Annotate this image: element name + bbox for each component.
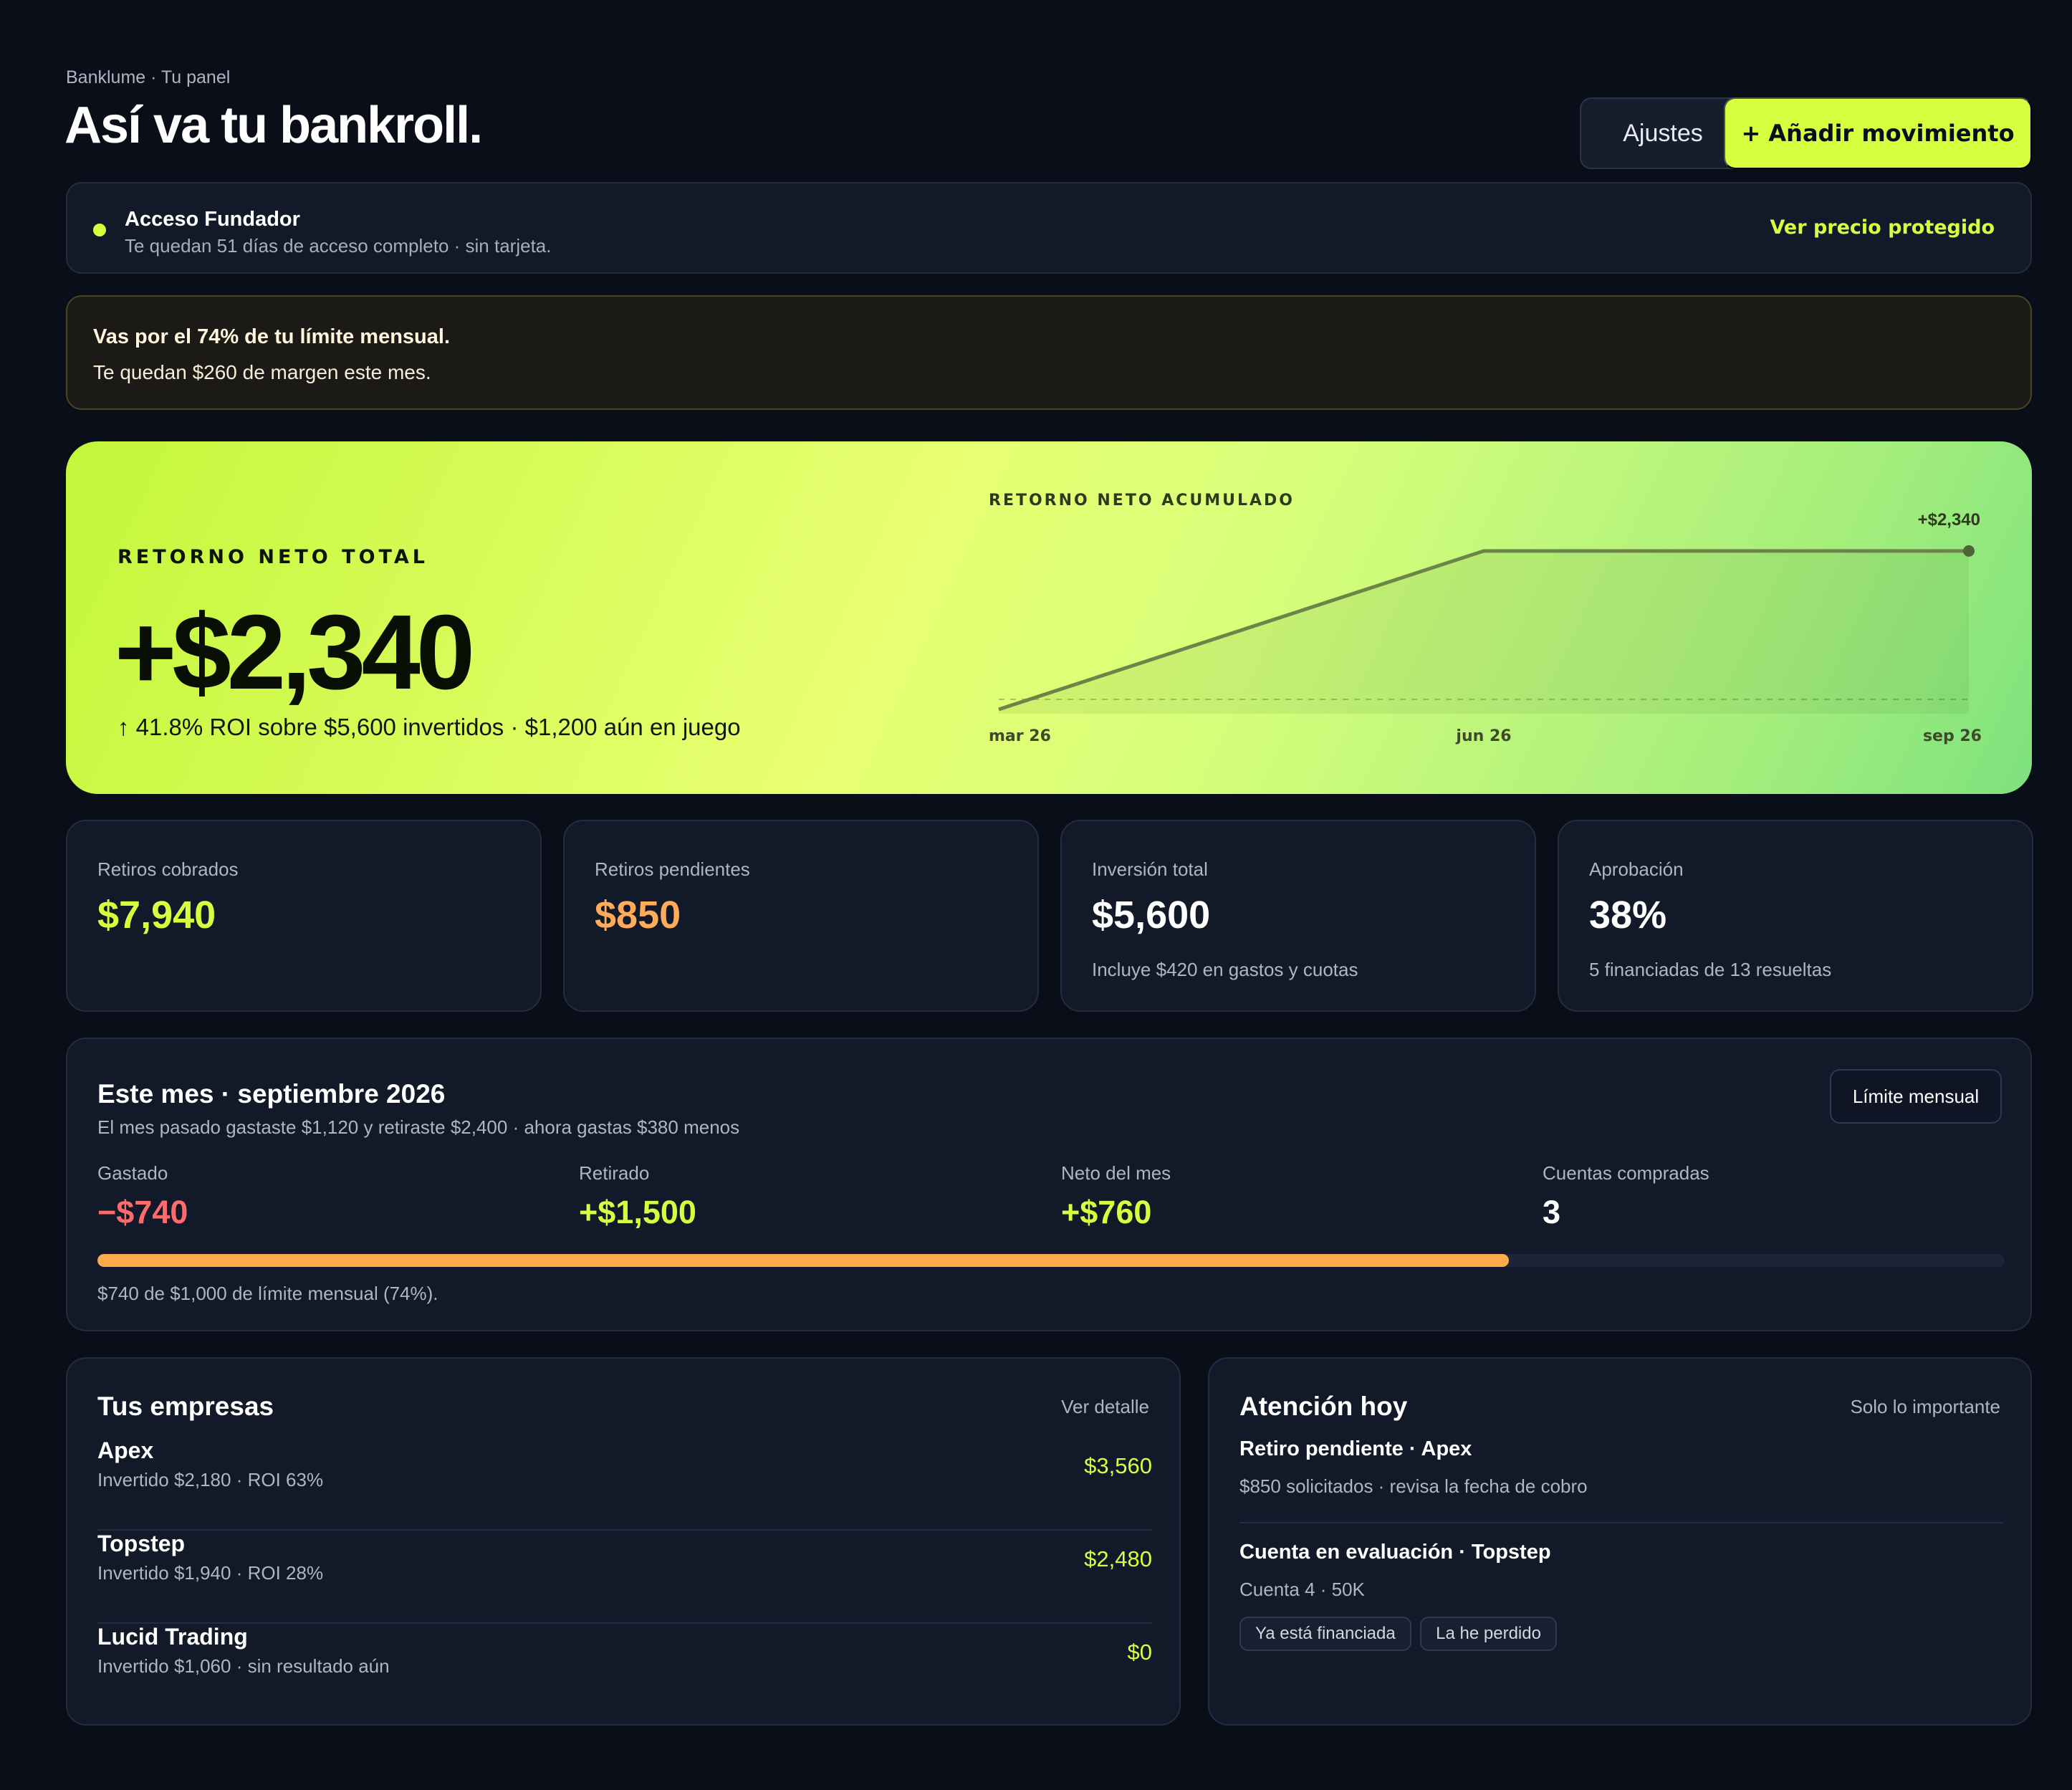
view-detail-link[interactable]: Ver detalle <box>1061 1396 1149 1418</box>
attention-title: Atención hoy <box>1239 1392 1408 1421</box>
stat-label: Retiros cobrados <box>97 858 239 880</box>
x-tick-label: jun 26 <box>1455 727 1511 745</box>
metric-value-withdrawn: +$1,500 <box>579 1194 696 1230</box>
end-point <box>1963 545 1975 557</box>
page-title: Así va tu bankroll. <box>64 97 483 154</box>
x-tick-label: mar 26 <box>989 727 1051 745</box>
attention-item[interactable]: Cuenta en evaluación · Topstep Cuenta 4 … <box>1239 1541 2003 1601</box>
monthly-limit-progress <box>97 1254 2005 1267</box>
progress-note: $740 de $1,000 de límite mensual (74%). <box>97 1283 438 1304</box>
companies-card: Tus empresas Ver detalle Apex Invertido … <box>66 1357 1181 1726</box>
this-month-card: Este mes · septiembre 2026 El mes pasado… <box>66 1038 2032 1331</box>
x-tick-label: sep 26 <box>1923 727 1982 745</box>
metric-label-withdrawn: Retirado <box>579 1162 650 1184</box>
metric-value-spent: −$740 <box>97 1194 188 1230</box>
metric-label-spent: Gastado <box>97 1162 168 1184</box>
month-title: Este mes · septiembre 2026 <box>97 1079 446 1109</box>
stat-label: Retiros pendientes <box>595 858 750 880</box>
attention-item-subtitle: $850 solicitados · revisa la fecha de co… <box>1239 1475 1588 1497</box>
company-name: Apex <box>97 1437 154 1463</box>
metric-label-net: Neto del mes <box>1061 1162 1171 1184</box>
company-row[interactable]: Apex Invertido $2,180 · ROI 63% $3,560 <box>97 1437 1152 1531</box>
stat-value: $7,940 <box>97 894 216 937</box>
stat-value: $5,600 <box>1092 894 1211 937</box>
cumulative-return-chart: +$2,340 mar 26 jun 26 sep 26 <box>989 510 1982 745</box>
stat-card-investment: Inversión total $5,600 Incluye $420 en g… <box>1060 820 1536 1012</box>
protected-price-link[interactable]: Ver precio protegido <box>1770 216 1995 239</box>
stat-value: 38% <box>1589 894 1667 937</box>
end-value-label: +$2,340 <box>1918 510 1980 530</box>
stat-card-approval: Aprobación 38% 5 financiadas de 13 resue… <box>1558 820 2033 1012</box>
company-row[interactable]: Lucid Trading Invertido $1,060 · sin res… <box>97 1624 1152 1717</box>
progress-fill <box>97 1254 1509 1267</box>
stat-card-pending: Retiros pendientes $850 <box>563 820 1039 1012</box>
monthly-limit-warning: Vas por el 74% de tu límite mensual. Te … <box>66 295 2032 410</box>
funded-tag-button[interactable]: Ya está financiada <box>1239 1617 1411 1651</box>
company-row[interactable]: Topstep Invertido $1,940 · ROI 28% $2,48… <box>97 1531 1152 1624</box>
stat-note: 5 financiadas de 13 resueltas <box>1589 959 1832 980</box>
company-meta: Invertido $2,180 · ROI 63% <box>97 1469 324 1490</box>
attention-subtitle: Solo lo importante <box>1850 1396 2000 1417</box>
attention-item[interactable]: Retiro pendiente · Apex $850 solicitados… <box>1239 1437 2003 1498</box>
attention-today-card: Atención hoy Solo lo importante Retiro p… <box>1208 1357 2032 1726</box>
attention-item-title: Cuenta en evaluación · Topstep <box>1239 1541 1551 1564</box>
add-movement-button[interactable]: + Añadir movimiento <box>1724 97 2032 169</box>
series-area <box>999 550 1969 714</box>
dashboard-page: Banklume · Tu panel Así va tu bankroll. … <box>0 0 2072 1790</box>
breadcrumb: Banklume · Tu panel <box>66 67 231 87</box>
metric-value-net: +$760 <box>1061 1194 1152 1230</box>
lost-tag-button[interactable]: La he perdido <box>1420 1617 1557 1651</box>
settings-button[interactable]: Ajustes <box>1580 97 1746 169</box>
company-amount: $0 <box>1127 1640 1152 1665</box>
month-subtitle: El mes pasado gastaste $1,120 y retirast… <box>97 1116 740 1138</box>
founder-subtitle: Te quedan 51 días de acceso completo · s… <box>125 235 552 257</box>
warning-subtitle: Te quedan $260 de margen este mes. <box>93 361 431 383</box>
company-meta: Invertido $1,060 · sin resultado aún <box>97 1655 390 1677</box>
metric-label-accounts: Cuentas compradas <box>1543 1162 1709 1184</box>
stat-label: Aprobación <box>1589 858 1684 880</box>
warning-title: Vas por el 74% de tu límite mensual. <box>93 325 451 348</box>
stat-value: $850 <box>595 894 681 937</box>
founder-title: Acceso Fundador <box>125 208 300 231</box>
founder-access-banner: Acceso Fundador Te quedan 51 días de acc… <box>66 182 2032 274</box>
monthly-limit-button[interactable]: Límite mensual <box>1830 1069 2002 1124</box>
stat-label: Inversión total <box>1092 858 1208 880</box>
stat-note: Incluye $420 en gastos y cuotas <box>1092 959 1358 980</box>
company-amount: $2,480 <box>1084 1546 1152 1571</box>
companies-title: Tus empresas <box>97 1392 274 1421</box>
status-dot-icon <box>93 224 106 236</box>
stat-card-collected: Retiros cobrados $7,940 <box>66 820 542 1012</box>
attention-item-title: Retiro pendiente · Apex <box>1239 1437 1472 1460</box>
attention-item-subtitle: Cuenta 4 · 50K <box>1239 1579 1365 1600</box>
company-name: Lucid Trading <box>97 1624 248 1650</box>
metric-value-accounts: 3 <box>1543 1194 1561 1230</box>
company-amount: $3,560 <box>1084 1453 1152 1478</box>
company-name: Topstep <box>97 1531 186 1556</box>
attention-actions: Ya está financiada La he perdido <box>1239 1617 1563 1651</box>
company-meta: Invertido $1,940 · ROI 28% <box>97 1562 324 1584</box>
net-return-hero: RETORNO NETO TOTAL +$2,340 ↑ 41.8% ROI s… <box>66 441 2032 794</box>
divider <box>1239 1522 2003 1523</box>
